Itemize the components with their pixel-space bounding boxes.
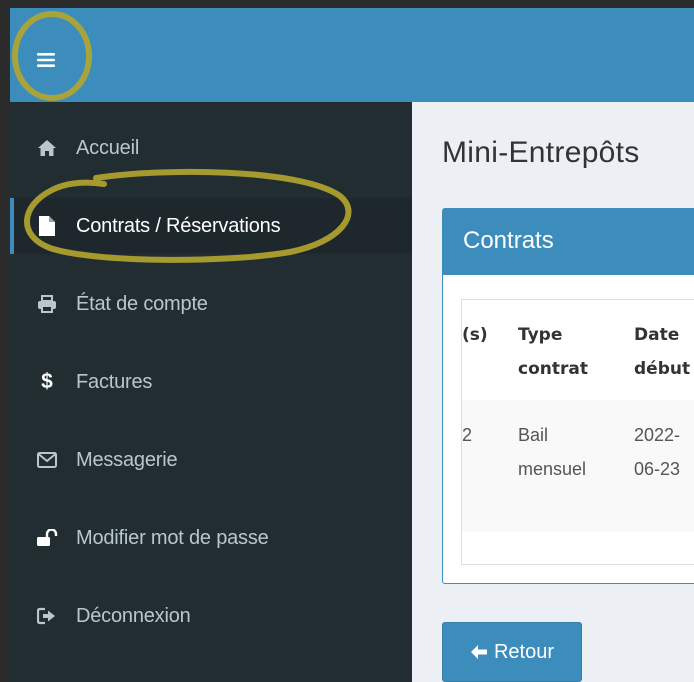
table-cell: 2022- bbox=[634, 425, 681, 445]
table-cell: Bail bbox=[518, 425, 549, 445]
sidebar-item-etat-de-compte[interactable]: État de compte bbox=[10, 276, 412, 332]
column-header: (s) bbox=[462, 325, 488, 345]
sidebar-item-messagerie[interactable]: Messagerie bbox=[10, 432, 412, 488]
main-content: Mini-Entrepôts Contrats (s) Type contrat… bbox=[412, 102, 694, 682]
back-button-label: Retour bbox=[493, 640, 555, 663]
top-navbar bbox=[10, 8, 694, 102]
sidebar-item-factures[interactable]: $ Factures bbox=[10, 354, 412, 410]
sidebar-item-accueil[interactable]: Accueil bbox=[10, 120, 412, 176]
sidebar-item-label: État de compte bbox=[76, 292, 208, 315]
column-header: Date bbox=[634, 325, 680, 345]
column-header: Type bbox=[518, 325, 563, 345]
column-header: début bbox=[634, 359, 691, 379]
file-icon bbox=[36, 215, 58, 237]
back-button[interactable]: Retour bbox=[442, 622, 582, 682]
sidebar-toggle-button[interactable] bbox=[26, 40, 66, 80]
sidebar-item-contrats[interactable]: Contrats / Réservations bbox=[10, 198, 412, 254]
bars-icon bbox=[37, 53, 55, 67]
dollar-icon: $ bbox=[41, 370, 53, 393]
envelope-icon bbox=[36, 449, 58, 471]
sidebar-item-label: Factures bbox=[76, 370, 153, 393]
contrats-panel: Contrats (s) Type contrat Date début 2 B… bbox=[442, 208, 694, 584]
sidebar-item-modifier-mot-de-passe[interactable]: Modifier mot de passe bbox=[10, 510, 412, 566]
page-title: Mini-Entrepôts bbox=[442, 136, 640, 169]
table-cell: 2 bbox=[462, 425, 473, 445]
sidebar: Accueil Contrats / Réservations État de … bbox=[10, 102, 412, 682]
sidebar-item-label: Modifier mot de passe bbox=[76, 526, 269, 549]
contracts-table: (s) Type contrat Date début 2 Bail mensu… bbox=[461, 299, 694, 565]
panel-title: Contrats bbox=[463, 227, 554, 254]
sidebar-item-deconnexion[interactable]: Déconnexion bbox=[10, 588, 412, 644]
app-window: Accueil Contrats / Réservations État de … bbox=[10, 8, 694, 682]
column-header: contrat bbox=[518, 359, 588, 379]
home-icon bbox=[36, 137, 58, 159]
panel-header: Contrats bbox=[443, 209, 694, 275]
table-cell: 06-23 bbox=[634, 459, 681, 479]
print-icon bbox=[36, 293, 58, 315]
sidebar-item-label: Accueil bbox=[76, 136, 140, 159]
sidebar-item-label: Contrats / Réservations bbox=[76, 214, 281, 237]
sidebar-item-label: Messagerie bbox=[76, 448, 178, 471]
arrow-left-icon bbox=[470, 644, 488, 660]
unlock-icon bbox=[36, 527, 58, 549]
sidebar-item-label: Déconnexion bbox=[76, 604, 191, 627]
sign-out-icon bbox=[36, 605, 58, 627]
table-cell: mensuel bbox=[518, 459, 587, 479]
